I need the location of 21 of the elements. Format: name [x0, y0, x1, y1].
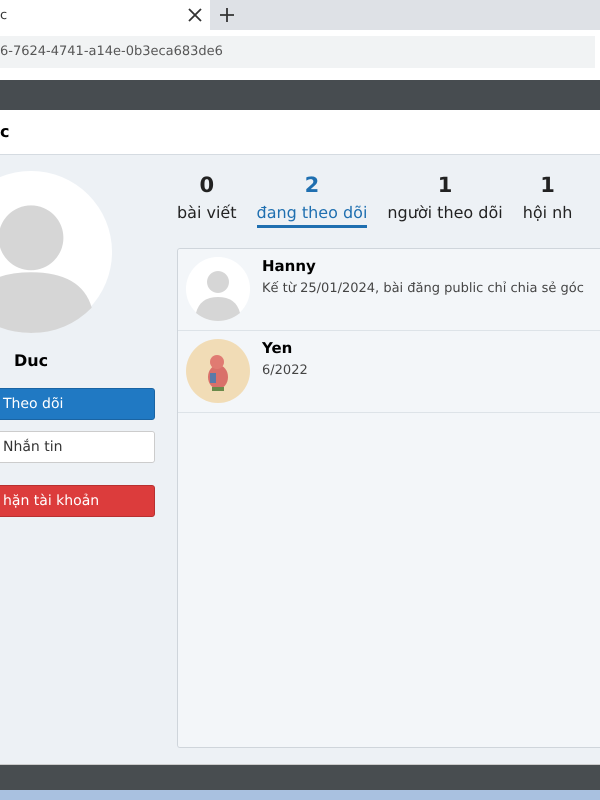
stat-tab[interactable]: 0 bài viết — [177, 172, 237, 248]
cartoon-avatar-icon — [186, 339, 250, 404]
stat-tab[interactable]: 1 người theo dõi — [387, 172, 503, 248]
dialog-title: c — [0, 122, 10, 142]
stat-tab[interactable]: 1 hội nh — [522, 172, 572, 248]
browser-tab[interactable]: c — [0, 0, 210, 30]
user-row[interactable]: Yen 6/2022 — [178, 330, 600, 413]
profile-button[interactable]: Nhắn tin — [0, 430, 155, 463]
user-name: Hanny — [262, 256, 317, 275]
profile-name: Duc — [14, 350, 50, 370]
profile-button[interactable]: hặn tài khoản — [0, 484, 155, 517]
user-name: Yen — [262, 338, 294, 357]
address-bar[interactable]: 6-7624-4741-a14e-0b3eca683de6 — [0, 36, 595, 68]
user-row[interactable]: Hanny Kế từ 25/01/2024, bài đăng public chỉ chia sẻ góc — [178, 248, 600, 331]
user-detail: 6/2022 — [262, 362, 308, 378]
profile-button[interactable]: Theo dõi — [0, 388, 155, 420]
user-detail: Kế từ 25/01/2024, bài đăng public chỉ chia sẻ góc — [262, 280, 584, 296]
stat-tab[interactable]: 2 đang theo dõi — [256, 172, 368, 248]
close-icon[interactable] — [188, 8, 202, 22]
new-tab-icon[interactable] — [220, 8, 234, 22]
avatar-icon — [186, 257, 250, 322]
